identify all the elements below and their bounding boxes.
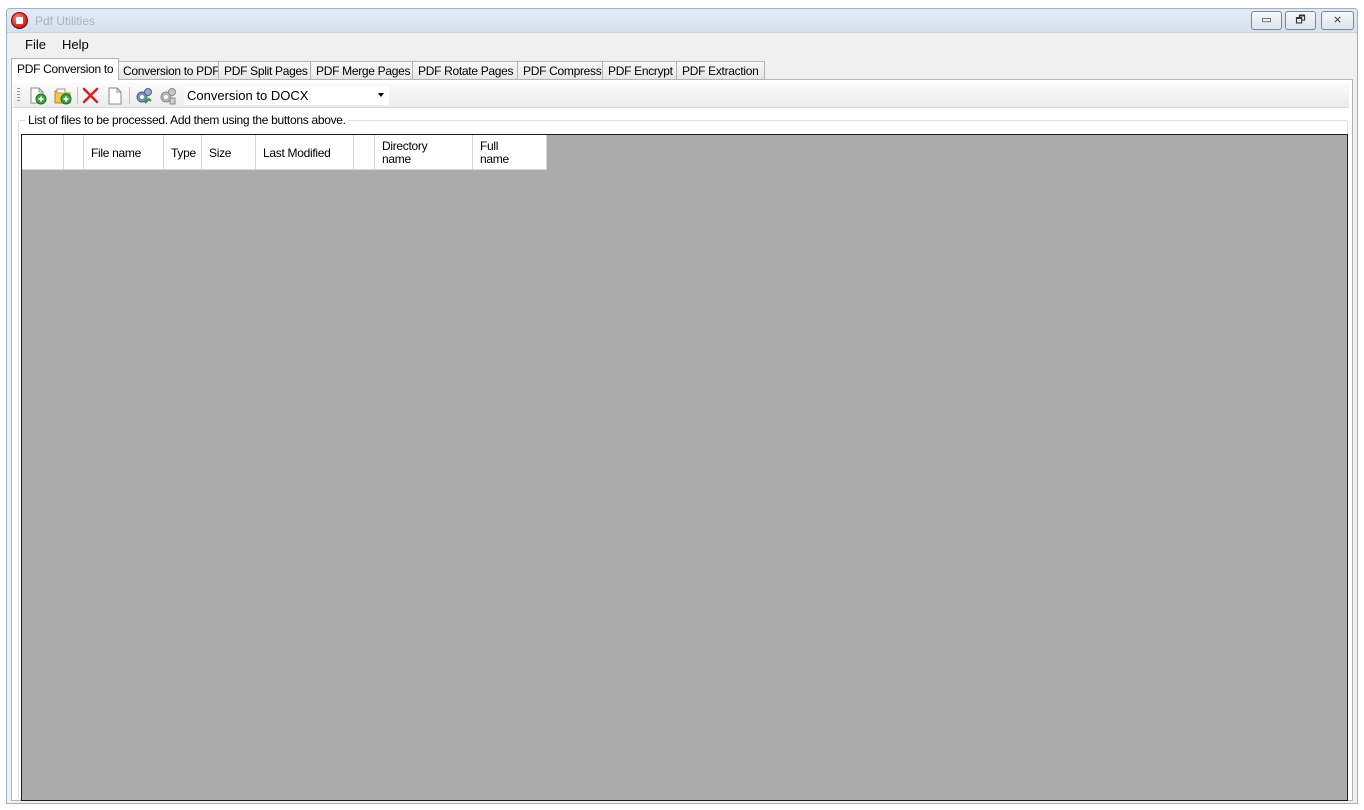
tab-strip: PDF Conversion to Conversion to PDF PDF …: [11, 58, 1357, 80]
close-button[interactable]: ⨯: [1321, 11, 1354, 30]
tab-pdf-compress[interactable]: PDF Compress: [517, 61, 608, 79]
toolbar-grip-icon[interactable]: [17, 88, 20, 103]
tab-pdf-split-pages[interactable]: PDF Split Pages: [218, 61, 314, 79]
column-header-size[interactable]: Size: [202, 135, 256, 170]
window-title: Pdf Utilities: [35, 14, 96, 28]
file-list-caption: List of files to be processed. Add them …: [26, 113, 348, 127]
column-header-directory-name[interactable]: Directory name: [375, 135, 473, 170]
column-header-blank-3[interactable]: [354, 135, 375, 170]
add-file-icon[interactable]: [28, 86, 47, 105]
chevron-down-icon[interactable]: [378, 93, 384, 97]
file-list-header: File name Type Size Last Modified Direct…: [22, 135, 547, 170]
process-all-icon[interactable]: [158, 86, 177, 105]
app-icon[interactable]: [11, 12, 28, 29]
app-window: Pdf Utilities ▭ 🗗 ⨯ File Help PDF Conver…: [6, 8, 1358, 804]
toolbar-separator: [129, 87, 130, 104]
conversion-type-value: Conversion to DOCX: [187, 88, 309, 103]
delete-icon[interactable]: [81, 86, 100, 105]
menu-bar: File Help: [7, 34, 1357, 56]
column-header-last-modified[interactable]: Last Modified: [256, 135, 354, 170]
restore-button[interactable]: 🗗: [1285, 11, 1316, 30]
minimize-button[interactable]: ▭: [1251, 11, 1282, 30]
tab-pdf-rotate-pages[interactable]: PDF Rotate Pages: [412, 61, 520, 79]
column-header-full-name[interactable]: Full name: [473, 135, 547, 170]
tab-conversion-to-pdf[interactable]: Conversion to PDF: [117, 61, 226, 79]
column-header-type[interactable]: Type: [164, 135, 202, 170]
column-header-file-name[interactable]: File name: [84, 135, 164, 170]
menu-help[interactable]: Help: [60, 37, 91, 52]
toolbar: Conversion to DOCX: [13, 83, 1349, 108]
clear-list-icon[interactable]: [105, 86, 124, 105]
add-folder-icon[interactable]: [53, 86, 72, 105]
title-bar[interactable]: Pdf Utilities ▭ 🗗 ⨯: [7, 9, 1357, 33]
tab-pdf-conversion-to[interactable]: PDF Conversion to: [11, 58, 120, 80]
tab-pdf-extraction[interactable]: PDF Extraction: [676, 61, 765, 79]
file-list[interactable]: File name Type Size Last Modified Direct…: [21, 134, 1348, 801]
tab-panel-pdf-conversion-to: Conversion to DOCX List of files to be p…: [11, 79, 1353, 801]
toolbar-separator: [77, 87, 78, 104]
menu-file[interactable]: File: [23, 37, 48, 52]
conversion-type-select[interactable]: Conversion to DOCX: [184, 86, 389, 105]
tab-pdf-encrypt[interactable]: PDF Encrypt: [602, 61, 679, 79]
column-header-blank-1[interactable]: [22, 135, 64, 170]
tab-pdf-merge-pages[interactable]: PDF Merge Pages: [310, 61, 417, 79]
process-icon[interactable]: [134, 86, 153, 105]
column-header-blank-2[interactable]: [64, 135, 84, 170]
